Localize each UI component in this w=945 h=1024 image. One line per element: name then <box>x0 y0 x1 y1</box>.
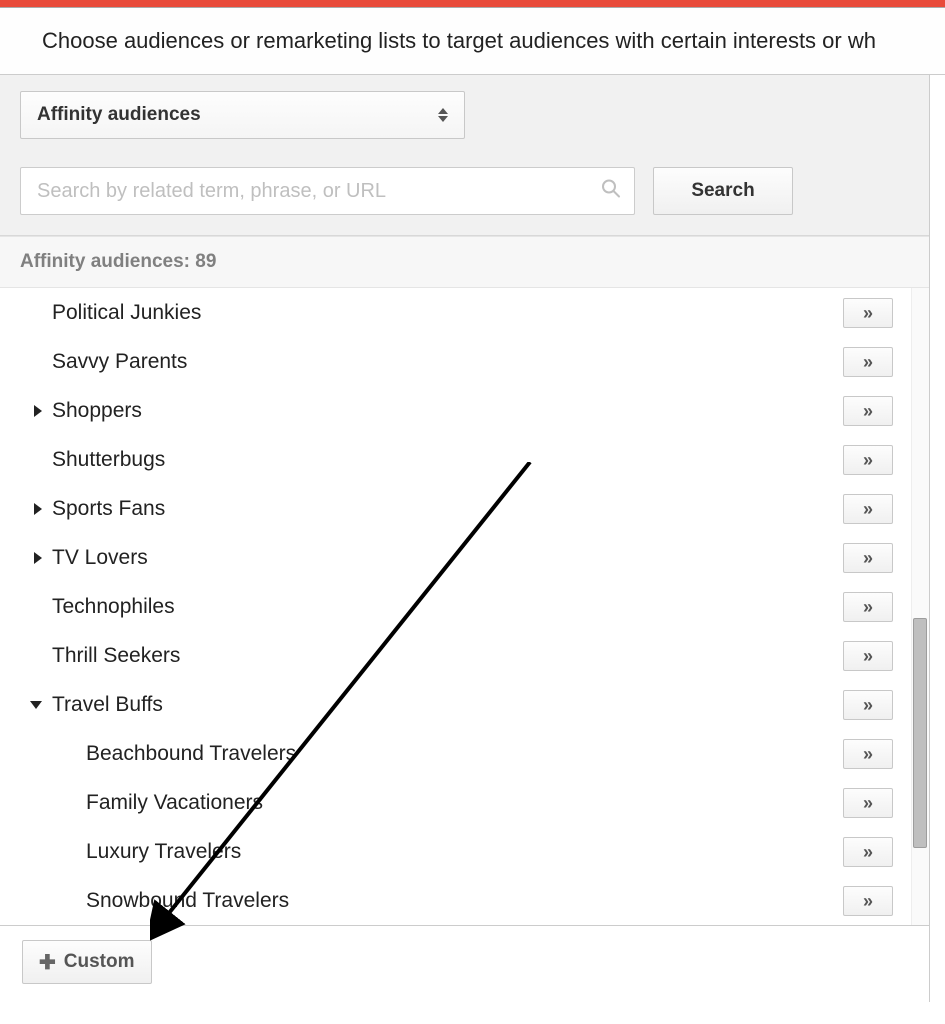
list-item-label: Political Junkies <box>52 301 843 325</box>
expand-toggle[interactable] <box>0 701 52 709</box>
custom-button-label: Custom <box>64 951 135 973</box>
add-audience-button[interactable]: » <box>843 494 893 524</box>
list-item[interactable]: Travel Buffs» <box>0 680 929 729</box>
search-icon <box>601 179 621 204</box>
plus-icon: ✚ <box>39 950 56 975</box>
add-audience-button[interactable]: » <box>843 690 893 720</box>
add-audience-button[interactable]: » <box>843 788 893 818</box>
add-audience-button[interactable]: » <box>843 543 893 573</box>
list-item-label: Sports Fans <box>52 497 843 521</box>
list-item[interactable]: Technophiles» <box>0 582 929 631</box>
controls-section: Affinity audiences Search <box>0 75 929 236</box>
add-audience-button[interactable]: » <box>843 886 893 916</box>
add-audience-button[interactable]: » <box>843 592 893 622</box>
count-label: Affinity audiences: <box>20 251 190 272</box>
list-item[interactable]: Beachbound Travelers» <box>0 729 929 778</box>
list-item[interactable]: Shutterbugs» <box>0 435 929 484</box>
list-item-label: Thrill Seekers <box>52 644 843 668</box>
list-item-label: Travel Buffs <box>52 693 843 717</box>
list-item[interactable]: TV Lovers» <box>0 533 929 582</box>
add-audience-button[interactable]: » <box>843 837 893 867</box>
list-item[interactable]: Luxury Travelers» <box>0 827 929 876</box>
list-item-label: Luxury Travelers <box>52 840 843 864</box>
expand-toggle[interactable] <box>0 552 52 564</box>
list-item[interactable]: Family Vacationers» <box>0 778 929 827</box>
expand-toggle[interactable] <box>0 503 52 515</box>
add-audience-button[interactable]: » <box>843 298 893 328</box>
list-item[interactable]: Savvy Parents» <box>0 337 929 386</box>
scrollbar-thumb[interactable] <box>913 618 927 848</box>
chevron-right-icon <box>34 503 42 515</box>
top-accent-bar <box>0 0 945 8</box>
sort-arrows-icon <box>438 108 448 122</box>
list-item-label: Shoppers <box>52 399 843 423</box>
list-item-label: Savvy Parents <box>52 350 843 374</box>
scrollbar-track[interactable] <box>911 288 929 925</box>
add-audience-button[interactable]: » <box>843 347 893 377</box>
chevron-right-icon <box>34 552 42 564</box>
list-item[interactable]: Snowbound Travelers» <box>0 876 929 925</box>
search-row: Search <box>0 155 929 235</box>
list-item[interactable]: Thrill Seekers» <box>0 631 929 680</box>
count-bar: Affinity audiences: 89 <box>0 236 929 288</box>
list-item-label: Technophiles <box>52 595 843 619</box>
chevron-right-icon <box>34 405 42 417</box>
chevron-down-icon <box>30 701 42 709</box>
list-item-label: Snowbound Travelers <box>52 889 843 913</box>
add-audience-button[interactable]: » <box>843 739 893 769</box>
audience-panel: Affinity audiences Search Affin <box>0 75 930 1002</box>
list-item-label: Shutterbugs <box>52 448 843 472</box>
audience-type-dropdown[interactable]: Affinity audiences <box>20 91 465 139</box>
list-item-label: Beachbound Travelers <box>52 742 843 766</box>
footer-row: ✚ Custom <box>0 926 929 1002</box>
expand-toggle[interactable] <box>0 405 52 417</box>
search-button[interactable]: Search <box>653 167 793 215</box>
page-title: Choose audiences or remarketing lists to… <box>0 8 945 75</box>
search-input-wrap <box>20 167 635 215</box>
list-item[interactable]: Shoppers» <box>0 386 929 435</box>
add-audience-button[interactable]: » <box>843 445 893 475</box>
search-input[interactable] <box>20 167 635 215</box>
dropdown-row: Affinity audiences <box>0 75 929 155</box>
list-item-label: TV Lovers <box>52 546 843 570</box>
custom-button[interactable]: ✚ Custom <box>22 940 152 984</box>
add-audience-button[interactable]: » <box>843 641 893 671</box>
list-item[interactable]: Political Junkies» <box>0 288 929 337</box>
audience-list: Political Junkies»Savvy Parents»Shoppers… <box>0 288 929 926</box>
list-item[interactable]: Sports Fans» <box>0 484 929 533</box>
count-value: 89 <box>195 251 216 272</box>
dropdown-label: Affinity audiences <box>37 104 201 126</box>
add-audience-button[interactable]: » <box>843 396 893 426</box>
list-item-label: Family Vacationers <box>52 791 843 815</box>
